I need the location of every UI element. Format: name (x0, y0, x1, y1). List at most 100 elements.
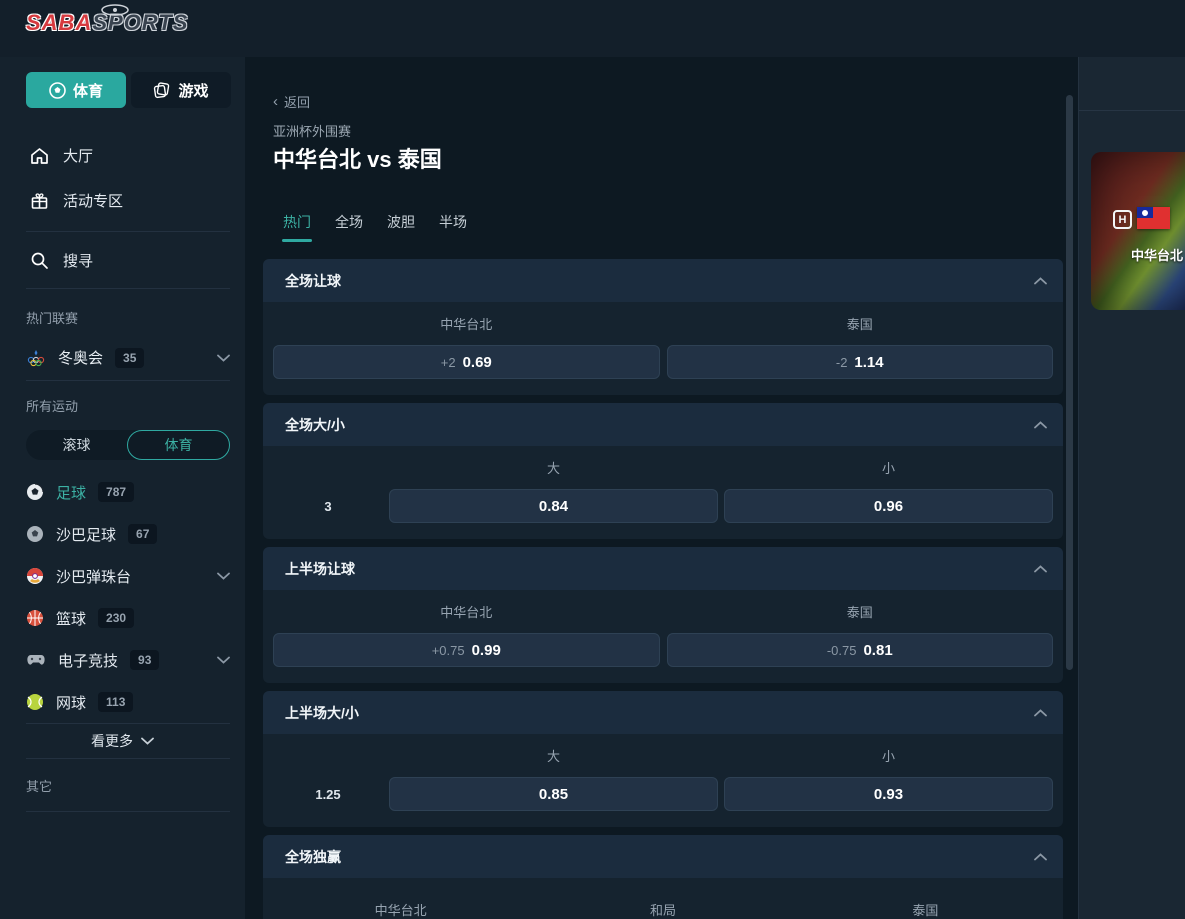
column-header: 中华台北 (273, 602, 660, 618)
sidebar-item-tennis[interactable]: 网球 113 (0, 681, 245, 723)
hot-leagues-title: 热门联赛 (0, 289, 245, 335)
odds-button-away[interactable]: -0.75 0.81 (667, 633, 1054, 667)
sidebar-item-label: 活动专区 (63, 190, 123, 211)
sport-label: 篮球 (56, 608, 86, 629)
odds-button-under[interactable]: 0.96 (724, 489, 1053, 523)
handicap-line: +0.75 (432, 643, 465, 658)
odds-value: 0.93 (874, 786, 903, 803)
odds-button-over[interactable]: 0.84 (389, 489, 718, 523)
market-header[interactable]: 全场大/小 (263, 403, 1063, 446)
toggle-sports[interactable]: 体育 (127, 430, 230, 460)
sidebar: 体育 游戏 大厅 活动专区 搜寻 热门联赛 (0, 57, 245, 919)
sidebar-item-soccer[interactable]: 足球 787 (0, 471, 245, 513)
sidebar-item-saba-pinball[interactable]: 沙巴弹珠台 (0, 555, 245, 597)
sidebar-item-label: 大厅 (63, 145, 93, 166)
sports-list: 足球 787 沙巴足球 67 沙巴弹珠台 篮球 230 (0, 471, 245, 723)
market-fh-over-under: 上半场大/小 大 小 1.25 0.85 0.93 (263, 691, 1063, 827)
odds-button-under[interactable]: 0.93 (724, 777, 1053, 811)
main-scrollbar-thumb[interactable] (1066, 95, 1073, 670)
odds-button-home[interactable]: +2 0.69 (273, 345, 660, 379)
all-sports-title: 所有运动 (0, 381, 245, 423)
tab-half-time[interactable]: 半场 (439, 212, 467, 242)
odds-value: 0.96 (874, 498, 903, 515)
back-label: 返回 (284, 92, 310, 111)
sidebar-divider (26, 811, 230, 812)
see-more-button[interactable]: 看更多 (0, 724, 245, 758)
chevron-down-icon (217, 656, 230, 664)
goal-line: 3 (273, 489, 383, 523)
taiwan-flag-icon (1137, 207, 1170, 229)
sport-count-badge: 67 (128, 524, 157, 544)
chevron-down-icon (141, 737, 154, 745)
right-panel-divider (1079, 110, 1185, 111)
sports-mode-button[interactable]: 体育 (26, 72, 126, 108)
toggle-live[interactable]: 滚球 (26, 430, 127, 460)
column-header: 泰国 (798, 900, 1053, 916)
column-header: 小 (724, 746, 1053, 762)
sport-count-badge: 230 (98, 608, 134, 628)
market-tabs: 热门 全场 波胆 半场 (283, 212, 1063, 242)
tab-full-time[interactable]: 全场 (335, 212, 363, 242)
handicap-line: -0.75 (827, 643, 857, 658)
market-header[interactable]: 上半场大/小 (263, 691, 1063, 734)
odds-button-home[interactable]: +0.75 0.99 (273, 633, 660, 667)
odds-button-over[interactable]: 0.85 (389, 777, 718, 811)
mode-tabs: 体育 游戏 (26, 72, 231, 108)
pinball-icon (26, 567, 44, 585)
market-ft-over-under: 全场大/小 大 小 3 0.84 0.96 (263, 403, 1063, 539)
sport-label: 网球 (56, 692, 86, 713)
basketball-icon (26, 609, 44, 627)
tab-correct-score[interactable]: 波胆 (387, 212, 415, 242)
sport-count-badge: 93 (130, 650, 159, 670)
column-header: 大 (389, 458, 718, 474)
sport-label: 沙巴弹珠台 (56, 566, 131, 587)
column-header: 泰国 (667, 314, 1054, 330)
sidebar-item-lobby[interactable]: 大厅 (0, 133, 245, 178)
column-header: 中华台北 (273, 314, 660, 330)
games-mode-label: 游戏 (178, 80, 208, 101)
chevron-up-icon[interactable] (1034, 565, 1047, 573)
live-vs-sports-toggle: 滚球 体育 (26, 430, 230, 460)
chevron-up-icon[interactable] (1034, 421, 1047, 429)
sidebar-item-basketball[interactable]: 篮球 230 (0, 597, 245, 639)
market-title: 上半场大/小 (285, 703, 359, 723)
chevron-up-icon[interactable] (1034, 853, 1047, 861)
match-detail-panel: ‹ 返回 亚洲杯外围赛 中华台北 vs 泰国 热门 全场 波胆 半场 全场让球 … (245, 57, 1078, 919)
market-title: 全场大/小 (285, 415, 345, 435)
games-mode-button[interactable]: 游戏 (131, 72, 231, 108)
back-button[interactable]: ‹ 返回 (273, 93, 1063, 109)
market-fh-handicap: 上半场让球 中华台北 泰国 +0.75 0.99 -0.75 0.81 (263, 547, 1063, 683)
goal-line: 1.25 (273, 777, 383, 811)
brand-logo[interactable]: SABA SPORTS (26, 10, 188, 36)
handicap-line: -2 (836, 355, 848, 370)
league-count-badge: 35 (115, 348, 144, 368)
chevron-up-icon[interactable] (1034, 277, 1047, 285)
sidebar-item-search[interactable]: 搜寻 (0, 232, 245, 288)
sidebar-item-winter-olympics[interactable]: 冬奥会 35 (0, 335, 245, 380)
home-team-name: 中华台北 (1131, 245, 1183, 264)
sports-mode-label: 体育 (73, 80, 103, 101)
sport-count-badge: 787 (98, 482, 134, 502)
soccer-icon (26, 483, 44, 501)
tennis-icon (26, 693, 44, 711)
search-icon (30, 251, 49, 270)
sidebar-item-promotions[interactable]: 活动专区 (0, 178, 245, 223)
home-team-card[interactable]: H 中华台北 (1091, 152, 1185, 310)
home-icon (30, 147, 49, 165)
match-title: 中华台北 vs 泰国 (273, 142, 1063, 168)
sidebar-item-esports[interactable]: 电子竞技 93 (0, 639, 245, 681)
see-more-label: 看更多 (91, 731, 133, 751)
gift-icon (30, 192, 49, 210)
market-header[interactable]: 全场让球 (263, 259, 1063, 302)
chevron-up-icon[interactable] (1034, 709, 1047, 717)
sport-label: 足球 (56, 482, 86, 503)
logo-crest-icon (98, 4, 132, 16)
sidebar-item-saba-soccer[interactable]: 沙巴足球 67 (0, 513, 245, 555)
odds-value: 0.81 (863, 642, 892, 659)
handicap-line: +2 (441, 355, 456, 370)
market-header[interactable]: 上半场让球 (263, 547, 1063, 590)
tab-hot[interactable]: 热门 (283, 212, 311, 242)
market-header[interactable]: 全场独赢 (263, 835, 1063, 878)
odds-button-away[interactable]: -2 1.14 (667, 345, 1054, 379)
brand-name-left: SABA (26, 10, 92, 36)
